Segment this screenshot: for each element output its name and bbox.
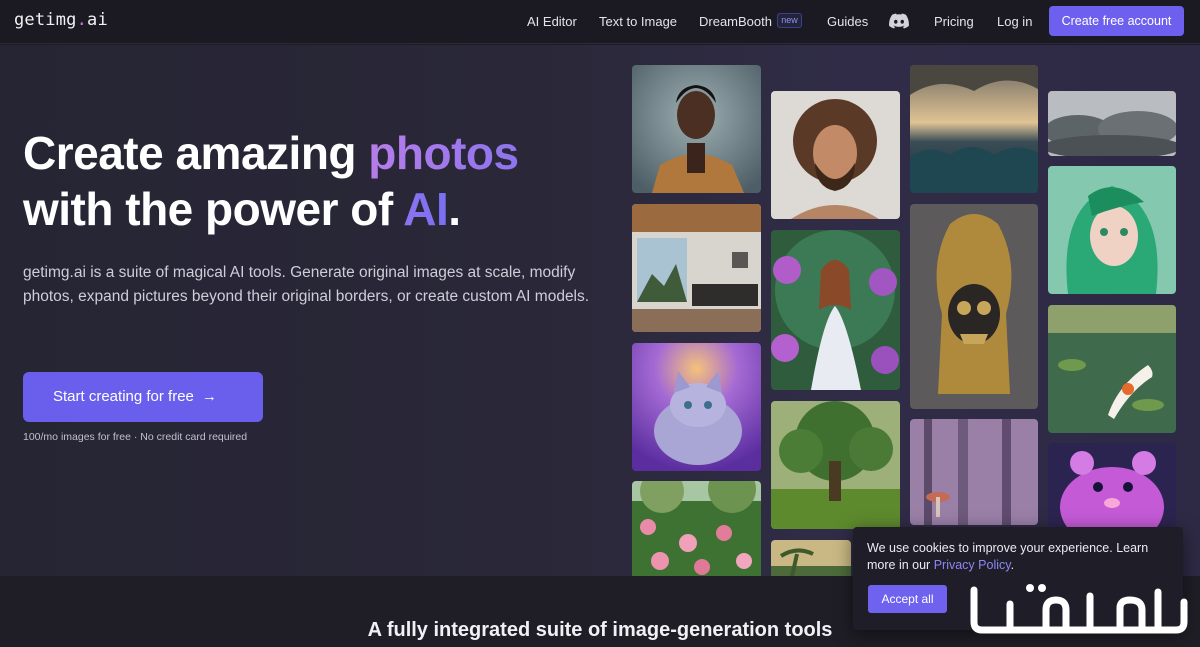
- koi-pond-image: [1048, 305, 1176, 433]
- hero-title: Create amazing photos with the power of …: [23, 125, 519, 237]
- gallery-curly-man[interactable]: [771, 91, 900, 219]
- nav-text-to-image[interactable]: Text to Image: [599, 14, 677, 29]
- logo-main: getimg: [14, 10, 77, 30]
- cookie-text: We use cookies to improve your experienc…: [867, 540, 1167, 574]
- curly-hair-man-image: [771, 91, 900, 219]
- golden-skull-image: [910, 204, 1038, 409]
- clouds-image: [1048, 91, 1176, 156]
- gallery-clouds[interactable]: [1048, 91, 1176, 156]
- gallery-rose-garden[interactable]: [632, 481, 761, 576]
- hero-section: Create amazing photos with the power of …: [0, 45, 1200, 576]
- logo-tld: ai: [87, 10, 108, 30]
- palm-tree-image: [771, 540, 851, 576]
- misty-forest-mushroom-image: [910, 419, 1038, 525]
- logo-dot: .: [76, 10, 88, 30]
- gallery-golden-skull[interactable]: [910, 204, 1038, 409]
- galaxy-cat-image: [632, 343, 761, 471]
- privacy-policy-link[interactable]: Privacy Policy: [934, 558, 1011, 572]
- gallery-stormy-sea[interactable]: [910, 65, 1038, 193]
- hero-description: getimg.ai is a suite of magical AI tools…: [23, 264, 590, 305]
- gallery-galaxy-cat[interactable]: [632, 343, 761, 471]
- forest-tree-image: [771, 401, 900, 529]
- neon-hamster-image: [1048, 443, 1176, 527]
- gallery-portrait-man[interactable]: [632, 65, 761, 193]
- nav-login[interactable]: Log in: [997, 14, 1032, 29]
- flower-goddess-image: [771, 230, 900, 390]
- nav-pricing[interactable]: Pricing: [934, 14, 974, 29]
- nav-ai-editor[interactable]: AI Editor: [527, 14, 577, 29]
- gallery-neon-hamster[interactable]: [1048, 443, 1176, 527]
- green-hair-anime-girl-image: [1048, 166, 1176, 294]
- gallery-flower-goddess[interactable]: [771, 230, 900, 390]
- arrow-right-icon: →: [201, 388, 217, 405]
- logo[interactable]: getimg.ai: [14, 10, 108, 30]
- free-note: 100/mo images for free · No credit card …: [23, 431, 248, 443]
- gallery-misty-forest[interactable]: [910, 419, 1038, 525]
- watermark-logo: [970, 584, 1188, 634]
- gallery-palm-tree[interactable]: [771, 540, 851, 576]
- discord-icon[interactable]: [889, 13, 909, 29]
- title-highlight-photos: photos: [368, 127, 519, 179]
- gallery-bedroom[interactable]: [632, 204, 761, 332]
- cookie-period: .: [1010, 558, 1015, 572]
- nav-dreambooth[interactable]: DreamBooth: [699, 14, 772, 29]
- create-account-button[interactable]: Create free account: [1049, 6, 1184, 36]
- start-creating-label: Start creating for free: [53, 388, 194, 405]
- top-nav: getimg.ai AI Editor Text to Image DreamB…: [0, 0, 1200, 44]
- stormy-sea-image: [910, 65, 1038, 193]
- bedroom-interior-image: [632, 204, 761, 332]
- gallery-koi-pond[interactable]: [1048, 305, 1176, 433]
- title-part2: with the power of: [23, 183, 404, 235]
- title-end: .: [448, 183, 461, 235]
- gallery-forest-tree[interactable]: [771, 401, 900, 529]
- accept-cookies-button[interactable]: Accept all: [868, 585, 947, 613]
- new-badge: new: [777, 13, 802, 28]
- gallery-anime-girl[interactable]: [1048, 166, 1176, 294]
- portrait-man-image: [632, 65, 761, 193]
- rose-garden-image: [632, 481, 761, 576]
- start-creating-button[interactable]: Start creating for free →: [23, 372, 263, 422]
- title-part1: Create amazing: [23, 127, 369, 179]
- title-highlight-ai: AI: [403, 183, 449, 235]
- nav-guides[interactable]: Guides: [827, 14, 868, 29]
